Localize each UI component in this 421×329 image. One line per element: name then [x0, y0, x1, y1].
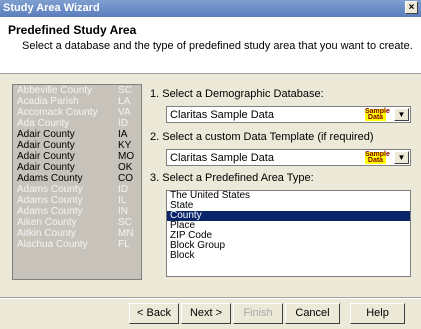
county-list-item[interactable]: Aiken County SC	[13, 217, 141, 228]
county-list-item[interactable]: Abbeville County SC	[13, 85, 141, 96]
county-state: MO	[118, 151, 135, 162]
finish-button[interactable]: Finish	[233, 303, 283, 324]
county-state: FL	[118, 239, 130, 250]
county-state: OK	[118, 162, 133, 173]
area-type-list[interactable]: The United States State County Place ZIP Cod…	[166, 190, 411, 277]
divider	[0, 297, 421, 298]
county-list-item[interactable]: Adams County CO	[13, 173, 141, 184]
county-name: Accomack County	[17, 107, 98, 118]
county-name: Adams County	[17, 206, 83, 217]
county-list-item[interactable]: Adair County IA	[13, 129, 141, 140]
county-list-item[interactable]: Adair County OK	[13, 162, 141, 173]
county-name: Adair County	[17, 162, 75, 173]
county-name: Adams County	[17, 184, 83, 195]
next-button[interactable]: Next >	[181, 303, 231, 324]
cancel-button[interactable]: Cancel	[285, 303, 340, 324]
back-button[interactable]: < Back	[129, 303, 179, 324]
county-state: CO	[118, 173, 133, 184]
county-name: Aitkin County	[17, 228, 76, 239]
county-state: ID	[118, 184, 128, 195]
step1-label: 1. Select a Demographic Database:	[150, 88, 324, 100]
county-name: Adair County	[17, 129, 75, 140]
area-type-option[interactable]: Block Group	[167, 241, 410, 251]
county-name: Aiken County	[17, 217, 77, 228]
county-name: Abbeville County	[17, 85, 93, 96]
county-state: SC	[118, 85, 132, 96]
county-list-item[interactable]: Adams County ID	[13, 184, 141, 195]
county-name: Adams County	[17, 195, 83, 206]
template-value: Claritas Sample Data	[170, 152, 274, 164]
county-state: IN	[118, 206, 128, 217]
county-state: IA	[118, 129, 128, 140]
step3-label: 3. Select a Predefined Area Type:	[150, 172, 314, 184]
county-list-item[interactable]: Acadia Parish LA	[13, 96, 141, 107]
window-title: Study Area Wizard	[3, 2, 100, 14]
county-state: SC	[118, 217, 132, 228]
county-name: Adair County	[17, 140, 75, 151]
county-list-item[interactable]: Alachua County FL	[13, 239, 141, 250]
sample-data-badge: Sample Data	[365, 151, 390, 164]
template-select[interactable]: Claritas Sample Data Sample Data ▼	[166, 149, 411, 166]
county-list-item[interactable]: Adair County MO	[13, 151, 141, 162]
county-state: KY	[118, 140, 132, 151]
county-state: VA	[118, 107, 131, 118]
area-type-option[interactable]: State	[167, 201, 410, 211]
county-list-item[interactable]: Adams County IN	[13, 206, 141, 217]
county-list-item[interactable]: Accomack County VA	[13, 107, 141, 118]
database-value: Claritas Sample Data	[170, 109, 274, 121]
county-list-item[interactable]: Ada County ID	[13, 118, 141, 129]
county-name: Alachua County	[17, 239, 88, 250]
county-list-item[interactable]: Aitkin County MN	[13, 228, 141, 239]
county-name: Ada County	[17, 118, 70, 129]
help-button[interactable]: Help	[350, 303, 405, 324]
county-state: IL	[118, 195, 127, 206]
area-type-option[interactable]: The United States	[167, 191, 410, 201]
page-title: Predefined Study Area	[8, 23, 137, 37]
step2-label: 2. Select a custom Data Template (if req…	[150, 131, 374, 143]
county-list-item[interactable]: Adair County KY	[13, 140, 141, 151]
county-name: Adair County	[17, 151, 75, 162]
title-bar[interactable]: Study Area Wizard ×	[0, 0, 421, 17]
area-type-option[interactable]: County	[167, 211, 410, 221]
county-state: MN	[118, 228, 134, 239]
county-name: Acadia Parish	[17, 96, 79, 107]
county-list[interactable]: Abbeville County SC Acadia Parish LA Accomac…	[12, 84, 142, 280]
database-select[interactable]: Claritas Sample Data Sample Data ▼	[166, 106, 411, 123]
chevron-down-icon[interactable]: ▼	[394, 108, 409, 121]
county-state: ID	[118, 118, 128, 129]
study-area-wizard-window: Study Area Wizard × Predefined Study Are…	[0, 0, 421, 329]
sample-data-badge: Sample Data	[365, 108, 390, 121]
county-list-item[interactable]: Adams County IL	[13, 195, 141, 206]
close-icon[interactable]: ×	[405, 1, 418, 14]
area-type-option[interactable]: Block	[167, 251, 410, 261]
county-state: LA	[118, 96, 131, 107]
county-name: Adams County	[17, 173, 83, 184]
page-subtitle: Select a database and the type of predef…	[22, 40, 413, 52]
wizard-header: Predefined Study Area Select a database …	[0, 17, 421, 74]
chevron-down-icon[interactable]: ▼	[394, 151, 409, 164]
